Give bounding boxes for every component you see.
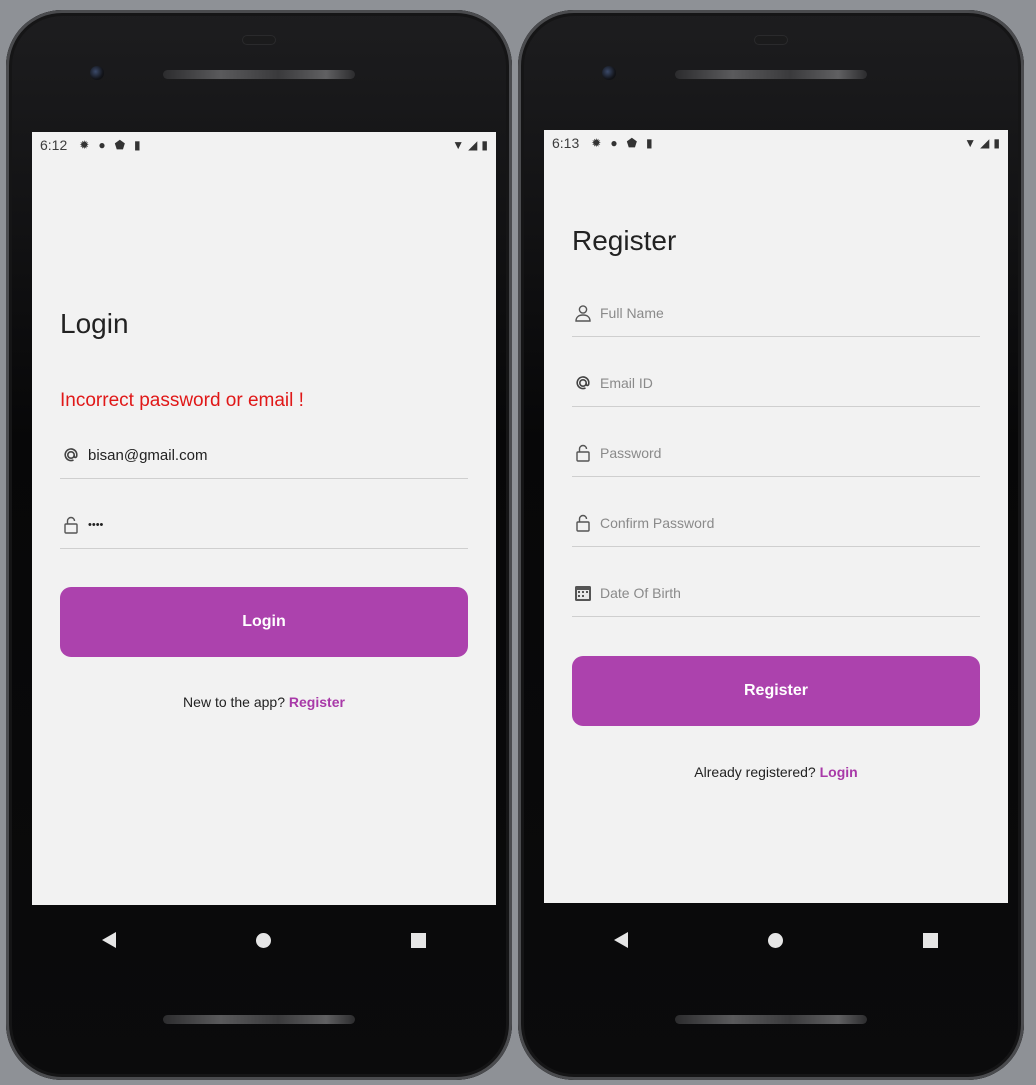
bottom-speaker	[675, 1015, 867, 1024]
status-right: ▼ ◢ ▮	[964, 136, 1000, 150]
confirm-password-field[interactable]	[572, 500, 980, 547]
back-icon[interactable]	[102, 932, 116, 948]
shield-icon: ⬟	[626, 136, 637, 150]
front-camera	[90, 66, 104, 80]
sd-card-icon: ▮	[646, 136, 653, 150]
status-time: 6:13	[552, 135, 580, 151]
settings-icon: ✹	[591, 136, 602, 150]
recents-icon[interactable]	[411, 932, 426, 948]
calendar-icon	[572, 582, 594, 604]
status-bar: 6:12 ✹ ● ⬟ ▮ ▼ ◢ ▮	[32, 132, 496, 158]
person-icon	[572, 302, 594, 324]
app-notification-icon: ●	[98, 138, 106, 152]
login-button[interactable]: Login	[60, 587, 468, 657]
back-icon[interactable]	[614, 932, 628, 948]
password-field[interactable]	[572, 430, 980, 477]
status-time: 6:12	[40, 137, 68, 153]
at-icon	[60, 444, 82, 466]
login-prompt-text: Already registered?	[694, 764, 816, 780]
email-input[interactable]	[600, 375, 960, 391]
register-prompt: New to the app? Register	[32, 694, 496, 710]
lock-icon	[572, 512, 594, 534]
home-icon[interactable]	[768, 932, 783, 948]
top-speaker	[675, 70, 867, 79]
sd-card-icon: ▮	[134, 138, 141, 152]
wifi-icon: ▼	[964, 136, 977, 150]
app-notification-icon: ●	[610, 136, 618, 150]
battery-icon: ▮	[993, 136, 1000, 150]
register-button[interactable]: Register	[572, 656, 980, 726]
settings-icon: ✹	[79, 138, 90, 152]
email-field[interactable]	[572, 360, 980, 407]
top-sensor	[243, 36, 275, 44]
shield-icon: ⬟	[114, 138, 125, 152]
lock-icon	[572, 442, 594, 464]
at-icon	[572, 372, 594, 394]
password-value: ••••	[88, 519, 104, 531]
signal-icon: ◢	[468, 138, 478, 152]
email-field[interactable]: bisan@gmail.com	[60, 432, 468, 479]
page-title: Register	[572, 225, 677, 256]
status-bar: 6:13 ✹ ● ⬟ ▮ ▼ ◢ ▮	[544, 130, 1008, 156]
login-screen: 6:12 ✹ ● ⬟ ▮ ▼ ◢ ▮ Login Incorrect passw…	[32, 132, 496, 905]
error-message: Incorrect password or email !	[60, 390, 304, 411]
phone-frame-register: 6:13 ✹ ● ⬟ ▮ ▼ ◢ ▮ Register Full Name Em…	[518, 10, 1024, 1080]
password-field[interactable]: ••••	[60, 502, 468, 549]
register-link[interactable]: Register	[289, 694, 345, 710]
top-sensor	[755, 36, 787, 44]
register-prompt-text: New to the app?	[183, 694, 286, 710]
bottom-speaker	[163, 1015, 355, 1024]
wifi-icon: ▼	[452, 138, 465, 152]
signal-icon: ◢	[980, 136, 990, 150]
email-value: bisan@gmail.com	[88, 446, 208, 464]
navigation-bar	[544, 915, 1008, 965]
confirm-password-input[interactable]	[600, 515, 960, 531]
lock-icon	[60, 514, 82, 536]
full-name-field[interactable]	[572, 290, 980, 337]
battery-icon: ▮	[481, 138, 488, 152]
top-speaker	[163, 70, 355, 79]
page-title: Login	[60, 308, 129, 339]
recents-icon[interactable]	[923, 932, 938, 948]
phone-frame-login: 6:12 ✹ ● ⬟ ▮ ▼ ◢ ▮ Login Incorrect passw…	[6, 10, 512, 1080]
front-camera	[602, 66, 616, 80]
home-icon[interactable]	[256, 932, 271, 948]
navigation-bar	[32, 915, 496, 965]
full-name-input[interactable]	[600, 305, 960, 321]
register-screen: 6:13 ✹ ● ⬟ ▮ ▼ ◢ ▮ Register Full Name Em…	[544, 130, 1008, 903]
date-of-birth-field[interactable]	[572, 570, 980, 617]
password-input[interactable]	[600, 445, 960, 461]
status-right: ▼ ◢ ▮	[452, 138, 488, 152]
login-link[interactable]: Login	[820, 764, 858, 780]
login-prompt: Already registered? Login	[544, 764, 1008, 780]
date-of-birth-input[interactable]	[600, 585, 960, 601]
